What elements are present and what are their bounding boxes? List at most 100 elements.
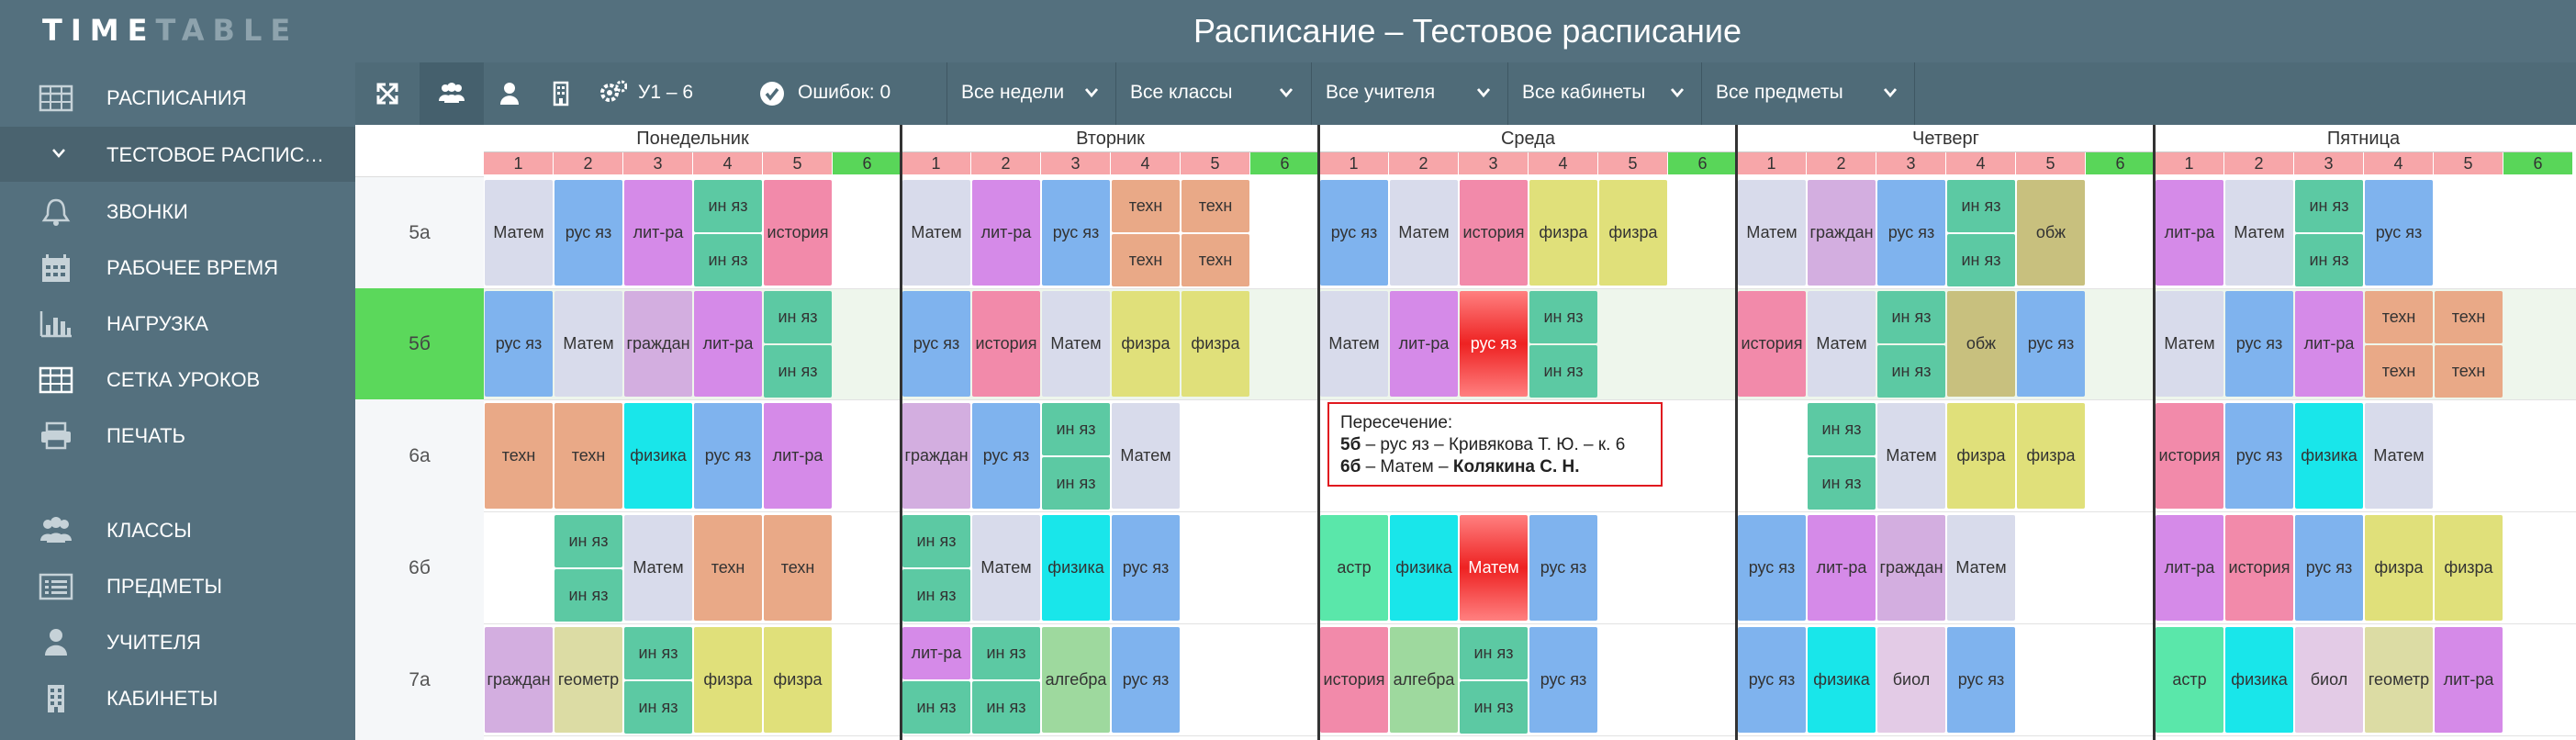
lesson-cell[interactable]: физра xyxy=(1947,403,2015,509)
lesson-cell[interactable]: рус яз xyxy=(554,180,622,286)
lesson-cell-half[interactable]: ин яз xyxy=(1947,234,2015,286)
lesson-cell-half[interactable]: ин яз xyxy=(1947,180,2015,232)
lesson-cell-half[interactable]: техн xyxy=(1112,234,1180,286)
lesson-cell[interactable]: рус яз xyxy=(1460,291,1528,397)
lesson-cell[interactable]: Матем xyxy=(1320,291,1388,397)
lesson-cell-half[interactable]: техн xyxy=(2365,345,2433,398)
lesson-cell-half[interactable]: ин яз xyxy=(1529,345,1597,398)
lesson-cell[interactable]: рус яз xyxy=(2225,403,2293,509)
lesson-cell[interactable]: рус яз xyxy=(1877,180,1945,286)
lesson-cell[interactable]: техн xyxy=(694,515,762,621)
sidebar-item-10[interactable]: УЧИТЕЛЯ xyxy=(0,614,355,669)
lesson-cell-half[interactable]: ин яз xyxy=(764,291,832,343)
lesson-cell[interactable]: история xyxy=(1460,180,1528,286)
lesson-cell[interactable]: астр xyxy=(1320,515,1388,621)
lesson-cell[interactable]: техн xyxy=(764,515,832,621)
lesson-cell[interactable]: Матем xyxy=(972,515,1040,621)
lesson-cell-half[interactable]: техн xyxy=(1112,180,1180,232)
lesson-cell[interactable]: геометр xyxy=(554,627,622,733)
lesson-cell[interactable]: лит-ра xyxy=(2156,515,2223,621)
lesson-cell[interactable]: рус яз xyxy=(1320,180,1388,286)
lesson-cell[interactable]: физра xyxy=(2365,515,2433,621)
lesson-cell-half[interactable]: техн xyxy=(2365,291,2433,343)
lesson-cell[interactable]: рус яз xyxy=(902,291,970,397)
lesson-cell[interactable]: рус яз xyxy=(1042,180,1110,286)
lesson-cell[interactable]: рус яз xyxy=(485,291,553,397)
lesson-cell[interactable]: алгебра xyxy=(1390,627,1458,733)
lesson-cell[interactable]: история xyxy=(2156,403,2223,509)
lesson-cell[interactable]: лит-ра xyxy=(972,180,1040,286)
lesson-cell-half[interactable]: ин яз xyxy=(624,681,692,734)
lesson-cell[interactable]: биол xyxy=(2295,627,2363,733)
lesson-cell[interactable]: рус яз xyxy=(1112,627,1180,733)
teachers-filter[interactable]: Все учителя xyxy=(1313,62,1506,125)
lesson-cell-half[interactable]: лит-ра xyxy=(902,627,970,679)
lesson-cell-half[interactable]: ин яз xyxy=(554,569,622,622)
lesson-cell[interactable]: рус яз xyxy=(1112,515,1180,621)
sidebar-item-11[interactable]: КАБИНЕТЫ xyxy=(0,670,355,725)
lesson-cell[interactable]: граждан xyxy=(902,403,970,509)
lesson-cell[interactable]: рус яз xyxy=(2365,180,2433,286)
lesson-cell[interactable]: рус яз xyxy=(2295,515,2363,621)
sidebar-item-2[interactable]: ТЕСТОВОЕ РАСПИСАНИЕ xyxy=(0,127,355,182)
lesson-cell[interactable]: физра xyxy=(1112,291,1180,397)
class-label[interactable]: 6б xyxy=(355,512,484,623)
lesson-cell[interactable]: техн xyxy=(485,403,553,509)
lesson-cell-half[interactable]: ин яз xyxy=(694,180,762,232)
lesson-cell-half[interactable]: ин яз xyxy=(902,515,970,567)
sidebar-item-3[interactable]: ЗВОНКИ xyxy=(0,184,355,239)
lesson-cell-half[interactable]: техн xyxy=(1182,234,1249,286)
app-logo[interactable]: TIMETABLE xyxy=(42,13,298,48)
lesson-cell-half[interactable]: ин яз xyxy=(2295,180,2363,232)
lesson-cell[interactable]: история xyxy=(1320,627,1388,733)
lesson-cell[interactable]: Матем xyxy=(1808,291,1876,397)
lesson-cell-half[interactable]: ин яз xyxy=(972,627,1040,679)
lesson-cell[interactable]: лит-ра xyxy=(1390,291,1458,397)
rooms-filter[interactable]: Все кабинеты xyxy=(1509,62,1699,125)
lesson-cell[interactable]: геометр xyxy=(2365,627,2433,733)
lesson-cell-half[interactable]: ин яз xyxy=(1460,681,1528,734)
lesson-cell-half[interactable]: ин яз xyxy=(1877,291,1945,343)
lesson-cell-half[interactable]: техн xyxy=(2435,345,2503,398)
lesson-cell-half[interactable]: ин яз xyxy=(902,569,970,622)
expand-button[interactable] xyxy=(355,62,420,125)
lesson-cell[interactable]: Матем xyxy=(1460,515,1528,621)
lesson-cell[interactable]: рус яз xyxy=(1529,627,1597,733)
lesson-cell-half[interactable]: ин яз xyxy=(1808,457,1876,510)
sidebar-item-8[interactable]: КЛАССЫ xyxy=(0,502,355,557)
lesson-cell[interactable]: Матем xyxy=(2365,403,2433,509)
lesson-cell[interactable]: физра xyxy=(1529,180,1597,286)
lesson-cell[interactable]: физика xyxy=(1808,627,1876,733)
lesson-cell[interactable]: физика xyxy=(2225,627,2293,733)
lesson-cell[interactable]: физика xyxy=(2295,403,2363,509)
lesson-cell[interactable]: Матем xyxy=(1947,515,2015,621)
sidebar-item-6[interactable]: СЕТКА УРОКОВ xyxy=(0,352,355,407)
sidebar-item-5[interactable]: НАГРУЗКА xyxy=(0,296,355,351)
lesson-cell[interactable]: физика xyxy=(624,403,692,509)
errors-button[interactable]: Ошибок: 0 xyxy=(759,62,915,125)
lesson-cell-half[interactable]: ин яз xyxy=(902,681,970,734)
lesson-cell[interactable]: рус яз xyxy=(972,403,1040,509)
user-view-button[interactable] xyxy=(484,62,535,125)
lesson-cell[interactable]: лит-ра xyxy=(764,403,832,509)
lesson-cell[interactable]: история xyxy=(972,291,1040,397)
sidebar-item-7[interactable]: ПЕЧАТЬ xyxy=(0,408,355,463)
lesson-cell[interactable]: физика xyxy=(1390,515,1458,621)
lesson-cell[interactable]: Матем xyxy=(554,291,622,397)
lesson-cell-half[interactable]: техн xyxy=(1182,180,1249,232)
lesson-cell-half[interactable]: ин яз xyxy=(972,681,1040,734)
lesson-cell[interactable]: рус яз xyxy=(2225,291,2293,397)
lesson-cell[interactable]: лит-ра xyxy=(1808,515,1876,621)
lesson-cell-half[interactable]: ин яз xyxy=(1529,291,1597,343)
lesson-cell[interactable]: граждан xyxy=(485,627,553,733)
lesson-cell[interactable]: рус яз xyxy=(694,403,762,509)
lesson-cell[interactable]: Матем xyxy=(624,515,692,621)
lesson-cell[interactable]: Матем xyxy=(1112,403,1180,509)
sidebar-item-9[interactable]: ПРЕДМЕТЫ xyxy=(0,558,355,613)
lesson-cell[interactable]: граждан xyxy=(1877,515,1945,621)
lesson-cell[interactable]: рус яз xyxy=(1738,627,1806,733)
lesson-cell-half[interactable]: ин яз xyxy=(2295,234,2363,286)
period-range-button[interactable]: У1 – 6 xyxy=(598,62,735,125)
lesson-cell[interactable]: Матем xyxy=(2225,180,2293,286)
lesson-cell[interactable]: физра xyxy=(764,627,832,733)
